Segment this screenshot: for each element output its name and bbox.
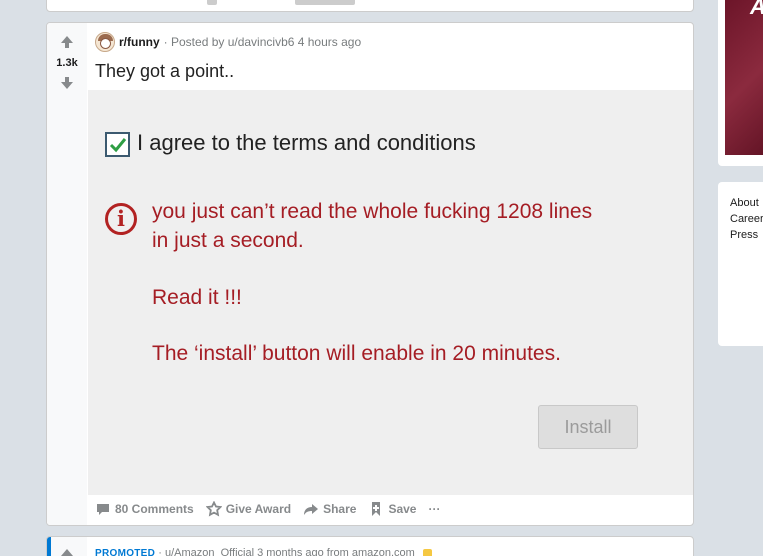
- posted-by-text[interactable]: · Posted by u/davincivb6 4 hours ago: [164, 35, 361, 49]
- more-options-button[interactable]: ···: [428, 502, 440, 516]
- comment-icon: [97, 504, 109, 515]
- info-warning-icon: i: [105, 203, 137, 235]
- lock-icon: [422, 548, 432, 556]
- checked-checkbox-icon: [105, 132, 130, 157]
- sidebar-links-card: About Careers Press: [718, 182, 763, 346]
- post-title[interactable]: They got a point..: [95, 61, 234, 82]
- give-award-button[interactable]: Give Award: [205, 501, 292, 517]
- comments-button[interactable]: 80 Comments: [95, 501, 194, 517]
- upvote-icon[interactable]: [59, 34, 75, 50]
- award-label: Give Award: [225, 502, 292, 516]
- post-image[interactable]: I agree to the terms and conditions i yo…: [88, 90, 693, 495]
- toolbar-stub: [207, 0, 217, 5]
- post-card[interactable]: 1.3k r/funny · Posted by u/davincivb6 4 …: [46, 22, 694, 526]
- vote-score: 1.3k: [56, 57, 78, 69]
- sidebar-banner-image: [725, 0, 763, 155]
- toolbar-stub: [295, 0, 355, 5]
- subreddit-avatar-icon[interactable]: [95, 32, 115, 52]
- upvote-icon[interactable]: [59, 547, 75, 556]
- promoted-post-card[interactable]: PROMOTED · u/Amazon_Official 3 months ag…: [46, 536, 694, 556]
- warning-line: in just a second.: [152, 229, 304, 252]
- sidebar-link-about[interactable]: About: [730, 195, 763, 211]
- promoted-meta: PROMOTED · u/Amazon_Official 3 months ag…: [95, 547, 432, 556]
- install-button-image: Install: [538, 405, 638, 449]
- post-meta: r/funny · Posted by u/davincivb6 4 hours…: [95, 32, 361, 52]
- share-label: Share: [323, 502, 357, 516]
- save-label: Save: [388, 502, 417, 516]
- save-button[interactable]: Save: [368, 501, 416, 517]
- warning-line: Read it !!!: [152, 286, 242, 309]
- promoted-badge: PROMOTED: [95, 548, 156, 556]
- award-icon: [205, 501, 222, 517]
- promoted-by-text[interactable]: · u/Amazon_Official 3 months ago from am…: [158, 547, 415, 556]
- agree-text: I agree to the terms and conditions: [137, 130, 476, 155]
- vote-column: 1.3k: [47, 23, 87, 525]
- sidebar-banner-card[interactable]: A: [718, 0, 763, 166]
- previous-post-card: [46, 0, 694, 12]
- sidebar-link-press[interactable]: Press: [730, 227, 763, 243]
- share-icon: [304, 504, 319, 515]
- sidebar-link-careers[interactable]: Careers: [730, 211, 763, 227]
- comments-label: 80 Comments: [115, 502, 194, 516]
- more-icon: ···: [428, 502, 441, 516]
- post-actions: 80 Comments Give Award Share Save ···: [95, 501, 452, 517]
- downvote-icon[interactable]: [59, 75, 75, 91]
- share-button[interactable]: Share: [303, 501, 356, 517]
- warning-line: you just can’t read the whole fucking 12…: [152, 200, 593, 223]
- subreddit-link[interactable]: r/funny: [119, 35, 160, 49]
- bookmark-icon: [372, 502, 381, 516]
- warning-line: The ‘install’ button will enable in 20 m…: [152, 342, 561, 365]
- sidebar-banner-letter: A: [750, 0, 763, 20]
